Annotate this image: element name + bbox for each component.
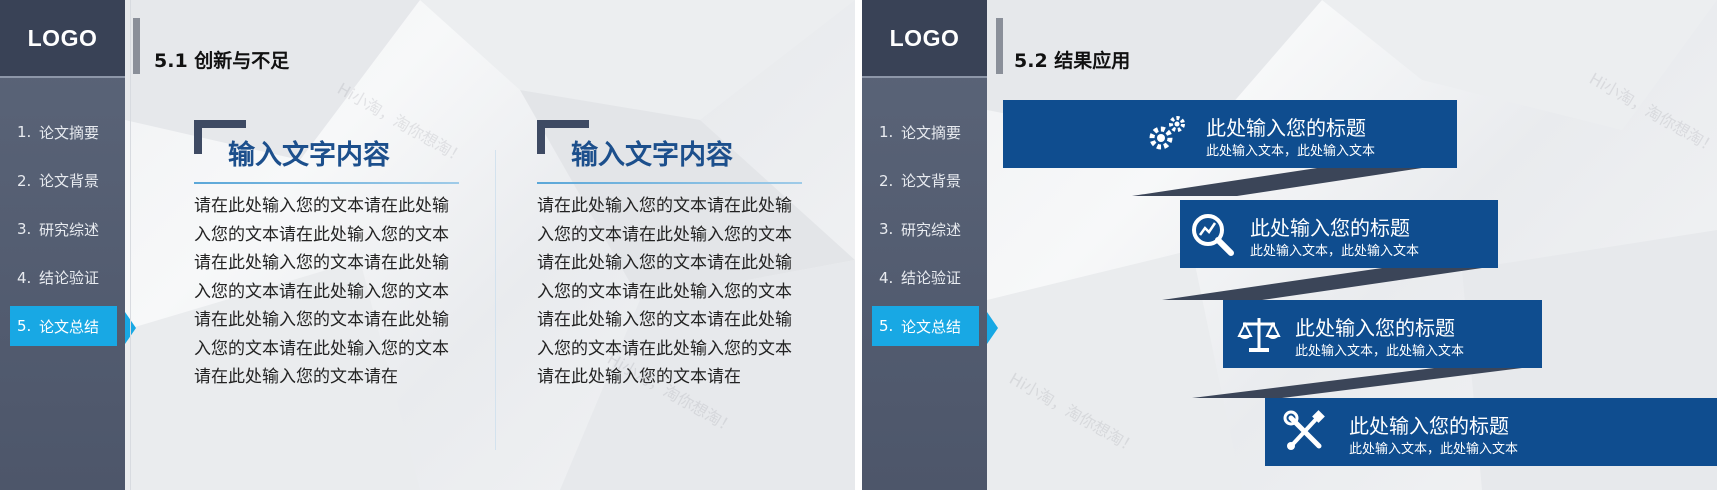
step-title: 此处输入您的标题 <box>1206 116 1366 140</box>
column-heading: 输入文字内容 <box>571 140 733 171</box>
step-subtitle: 此处输入文本，此处输入文本 <box>1206 144 1376 159</box>
slide-innovation: LOGO 1. 论文摘要 2. 论文背景 3. 研究综述 4. 结论验证 5. 论文总结 … <box>0 0 855 490</box>
step-card-1[interactable]: 此处输入您的标题 此处输入文本，此处输入文本 <box>1003 100 1457 168</box>
sidebar-item-validation[interactable]: 4. 结论验证 <box>10 258 117 298</box>
menu-number: 3. <box>17 220 32 238</box>
sidebar: LOGO 1. 论文摘要 2. 论文背景 3. 研究综述 4. 结论验证 5. 论文总结 <box>0 0 125 490</box>
step-title: 此处输入您的标题 <box>1295 316 1455 340</box>
wrench-screwdriver-icon <box>1283 410 1325 450</box>
gears-icon <box>1149 116 1185 150</box>
step-title: 此处输入您的标题 <box>1349 414 1509 438</box>
page-title: 5.1 创新与不足 <box>154 50 290 72</box>
logo-divider <box>0 76 125 78</box>
step-subtitle: 此处输入文本，此处输入文本 <box>1250 244 1420 259</box>
menu-label: 论文总结 <box>39 317 100 336</box>
heading-underline <box>194 182 459 184</box>
step-subtitle: 此处输入文本，此处输入文本 <box>1295 344 1465 359</box>
sidebar-item-review[interactable]: 3. 研究综述 <box>10 209 117 249</box>
menu-label: 论文背景 <box>39 172 100 190</box>
divider-line <box>130 0 131 490</box>
logo: LOGO <box>0 0 125 76</box>
magnifier-chart-icon <box>1192 214 1234 256</box>
menu-number: 1. <box>17 123 32 141</box>
column-body-text: 请在此处输入您的文本请在此处输入您的文本请在此处输入您的文本请在此处输入您的文本… <box>537 196 792 387</box>
column-divider <box>495 150 496 450</box>
column-body-text: 请在此处输入您的文本请在此处输入您的文本请在此处输入您的文本请在此处输入您的文本… <box>194 196 449 387</box>
step-card-4[interactable]: 此处输入您的标题 此处输入文本，此处输入文本 <box>1265 398 1717 466</box>
slide-results-application: LOGO 1. 论文摘要 2. 论文背景 3. 研究综述 4. 结论验证 5. 论文总结 … <box>862 0 1717 490</box>
title-accent-bar <box>133 18 140 74</box>
step-card-3[interactable]: 此处输入您的标题 此处输入文本，此处输入文本 <box>1223 300 1542 368</box>
step-card-2[interactable]: 此处输入您的标题 此处输入文本，此处输入文本 <box>1180 200 1498 268</box>
column-heading: 输入文字内容 <box>228 140 390 171</box>
heading-underline <box>537 182 802 184</box>
sidebar-item-abstract[interactable]: 1. 论文摘要 <box>10 112 117 152</box>
menu-label: 研究综述 <box>39 220 100 239</box>
sidebar-menu: 1. 论文摘要 2. 论文背景 3. 研究综述 4. 结论验证 5. 论文总结 <box>0 112 125 355</box>
sidebar-item-summary[interactable]: 5. 论文总结 <box>10 306 117 346</box>
sidebar-item-background[interactable]: 2. 论文背景 <box>10 161 117 201</box>
step-title: 此处输入您的标题 <box>1250 216 1410 240</box>
menu-label: 结论验证 <box>39 269 100 287</box>
menu-label: 论文摘要 <box>39 123 100 142</box>
logo-text: LOGO <box>27 24 98 51</box>
step-subtitle: 此处输入文本，此处输入文本 <box>1349 442 1519 457</box>
menu-number: 4. <box>17 268 32 287</box>
menu-number: 2. <box>17 171 32 190</box>
menu-number: 5. <box>17 317 32 335</box>
scales-icon <box>1237 318 1281 352</box>
